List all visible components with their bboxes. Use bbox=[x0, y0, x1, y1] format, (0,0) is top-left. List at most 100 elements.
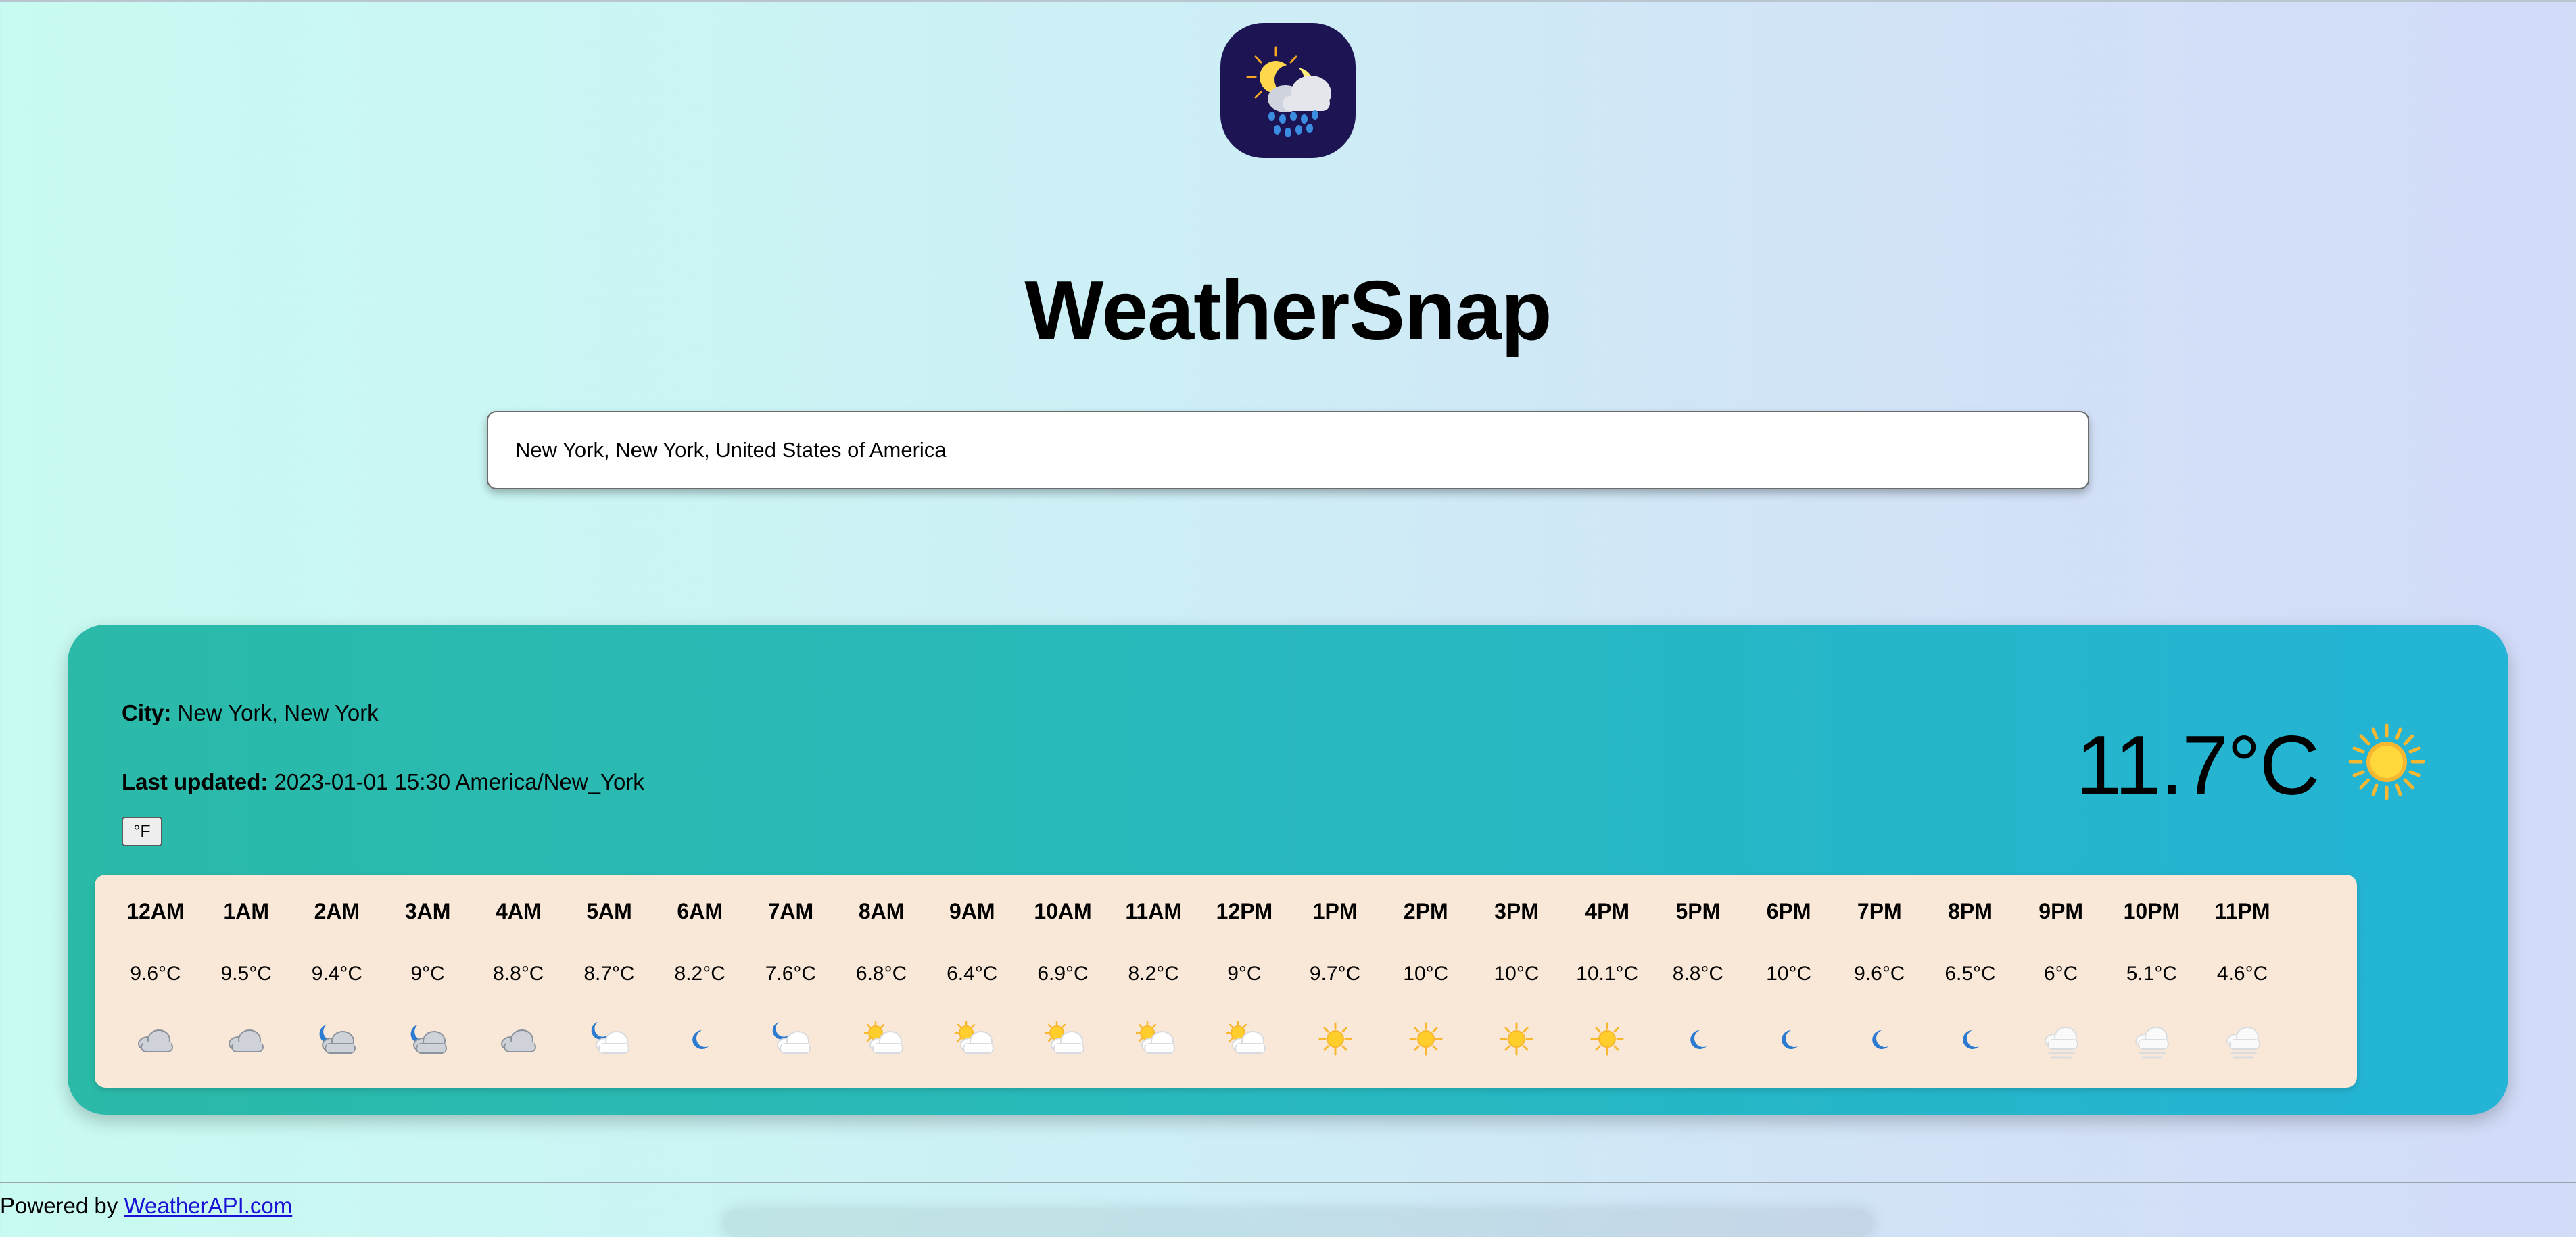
sun-cloud-icon bbox=[863, 1021, 903, 1054]
fog-icon bbox=[2135, 1027, 2170, 1059]
hour-temperature: 9.4°C bbox=[311, 963, 363, 985]
hour-temperature: 10°C bbox=[1494, 963, 1540, 985]
hour-temperature: 10.1°C bbox=[1576, 963, 1639, 985]
fog-icon bbox=[2226, 1027, 2260, 1059]
hour-label: 9PM bbox=[2038, 899, 2084, 923]
current-temperature: 11.7°C bbox=[2076, 719, 2320, 812]
hour-label: 10PM bbox=[2123, 899, 2180, 923]
hour-temperature: 10°C bbox=[1403, 963, 1449, 985]
hourly-forecast-item: 9PM 6°C bbox=[2013, 875, 2108, 1088]
hour-temperature: 6.4°C bbox=[947, 963, 998, 985]
weatherapi-link[interactable]: WeatherAPI.com bbox=[124, 1193, 292, 1218]
footer-prefix: Powered by bbox=[0, 1193, 118, 1218]
moon-icon bbox=[1963, 1030, 1979, 1049]
hour-temperature: 8.8°C bbox=[493, 963, 544, 985]
city-label: City: bbox=[122, 700, 172, 725]
cloud-icon bbox=[229, 1029, 264, 1052]
last-updated-info: Last updated: 2023-01-01 15:30 America/N… bbox=[122, 769, 644, 795]
footer: Powered by WeatherAPI.com bbox=[0, 1193, 292, 1219]
sun-cloud-icon bbox=[1135, 1021, 1176, 1054]
hour-label: 1AM bbox=[223, 899, 269, 923]
hour-label: 6PM bbox=[1766, 899, 1811, 923]
hour-temperature: 9.7°C bbox=[1309, 963, 1361, 985]
moon-icon bbox=[1781, 1030, 1798, 1049]
hour-temperature: 10°C bbox=[1766, 963, 1812, 985]
hour-temperature: 4.6°C bbox=[2216, 963, 2268, 985]
hour-label: 7PM bbox=[1857, 899, 1902, 923]
hour-label: 8PM bbox=[1948, 899, 1993, 923]
hour-label: 3PM bbox=[1494, 899, 1539, 923]
city-value: New York, New York bbox=[177, 700, 379, 725]
sun-cloud-icon bbox=[1045, 1021, 1084, 1054]
hourly-forecast-item: 11PM 4.6°C bbox=[2195, 875, 2290, 1088]
sun-icon bbox=[1409, 1022, 1443, 1056]
hour-temperature: 9.5°C bbox=[220, 963, 272, 985]
hour-label: 2PM bbox=[1403, 899, 1448, 923]
hour-temperature: 9.6°C bbox=[130, 963, 181, 985]
hour-label: 2AM bbox=[314, 899, 360, 923]
sun-cloud-icon bbox=[1226, 1021, 1266, 1054]
hour-label: 6AM bbox=[677, 899, 723, 923]
fog-icon bbox=[2045, 1027, 2079, 1059]
hourly-forecast-item: 2PM 10°C bbox=[1379, 875, 1473, 1088]
hour-label: 12AM bbox=[126, 899, 185, 923]
sun-icon bbox=[1318, 1022, 1352, 1056]
hour-temperature: 6.5°C bbox=[1945, 963, 1996, 985]
hourly-forecast-item: 10AM 6.9°C bbox=[1016, 875, 1110, 1088]
hourly-forecast-item: 7PM 9.6°C bbox=[1832, 875, 1927, 1088]
hourly-forecast-item: 6AM 8.2°C bbox=[652, 875, 747, 1088]
hour-temperature: 8.2°C bbox=[674, 963, 725, 985]
sun-cloud-icon bbox=[954, 1021, 994, 1054]
bottom-element bbox=[723, 1210, 1873, 1237]
moon-cloud-icon bbox=[319, 1025, 356, 1054]
hour-temperature: 8.2°C bbox=[1128, 963, 1179, 985]
hourly-forecast-item: 1AM 9.5°C bbox=[199, 875, 293, 1088]
moon-icon bbox=[1690, 1030, 1707, 1049]
hourly-forecast-item: 2AM 9.4°C bbox=[289, 875, 384, 1088]
hour-label: 12PM bbox=[1216, 899, 1273, 923]
hourly-forecast-item: 4AM 8.8°C bbox=[471, 875, 566, 1088]
hour-temperature: 6.9°C bbox=[1037, 963, 1089, 985]
city-info: City: New York, New York bbox=[122, 700, 379, 726]
unit-toggle-button[interactable]: °F bbox=[122, 817, 162, 846]
hour-temperature: 6°C bbox=[2044, 963, 2078, 985]
hourly-forecast-item: 8PM 6.5°C bbox=[1923, 875, 2018, 1088]
moon-cloud-white-icon bbox=[591, 1022, 629, 1054]
hour-temperature: 9°C bbox=[410, 963, 445, 985]
moon-cloud-white-icon bbox=[773, 1022, 811, 1054]
hourly-forecast-item: 12AM 9.6°C bbox=[108, 875, 203, 1088]
sun-icon bbox=[1590, 1022, 1624, 1056]
hourly-forecast-item: 4PM 10.1°C bbox=[1560, 875, 1654, 1088]
hour-label: 4PM bbox=[1585, 899, 1630, 923]
last-updated-label: Last updated: bbox=[122, 769, 268, 794]
app-logo bbox=[1220, 23, 1356, 158]
hourly-forecast-item: 3AM 9°C bbox=[381, 875, 475, 1088]
hourly-forecast-item: 5PM 8.8°C bbox=[1650, 875, 1745, 1088]
hour-temperature: 8.7°C bbox=[583, 963, 635, 985]
hourly-forecast-item: 6PM 10°C bbox=[1742, 875, 1836, 1088]
hour-label: 8AM bbox=[858, 899, 905, 923]
location-search-input[interactable] bbox=[487, 411, 2089, 489]
moon-icon bbox=[1872, 1030, 1888, 1049]
hour-label: 11AM bbox=[1125, 899, 1182, 923]
hourly-forecast-item: 3PM 10°C bbox=[1469, 875, 1564, 1088]
moon-icon bbox=[692, 1030, 709, 1049]
hourly-forecast-item: 8AM 6.8°C bbox=[834, 875, 929, 1088]
cloud-icon bbox=[500, 1029, 536, 1052]
hour-temperature: 7.6°C bbox=[765, 963, 817, 985]
hour-temperature: 8.8°C bbox=[1672, 963, 1724, 985]
hourly-forecast-item: 10PM 5.1°C bbox=[2104, 875, 2199, 1088]
hour-temperature: 9°C bbox=[1227, 963, 1262, 985]
hour-label: 3AM bbox=[404, 899, 451, 923]
hourly-forecast-item: 12PM 9°C bbox=[1197, 875, 1291, 1088]
hour-label: 1PM bbox=[1312, 899, 1358, 923]
hourly-forecast-item: 9AM 6.4°C bbox=[925, 875, 1020, 1088]
sun-moon-cloud-rain-icon bbox=[1246, 46, 1331, 137]
hour-label: 5AM bbox=[586, 899, 632, 923]
hour-label: 7AM bbox=[767, 899, 814, 923]
hour-label: 5PM bbox=[1675, 899, 1721, 923]
hourly-forecast-item: 11AM 8.2°C bbox=[1106, 875, 1201, 1088]
sun-icon bbox=[1500, 1022, 1533, 1056]
hourly-forecast-item: 7AM 7.6°C bbox=[743, 875, 838, 1088]
cloud-icon bbox=[138, 1029, 173, 1052]
